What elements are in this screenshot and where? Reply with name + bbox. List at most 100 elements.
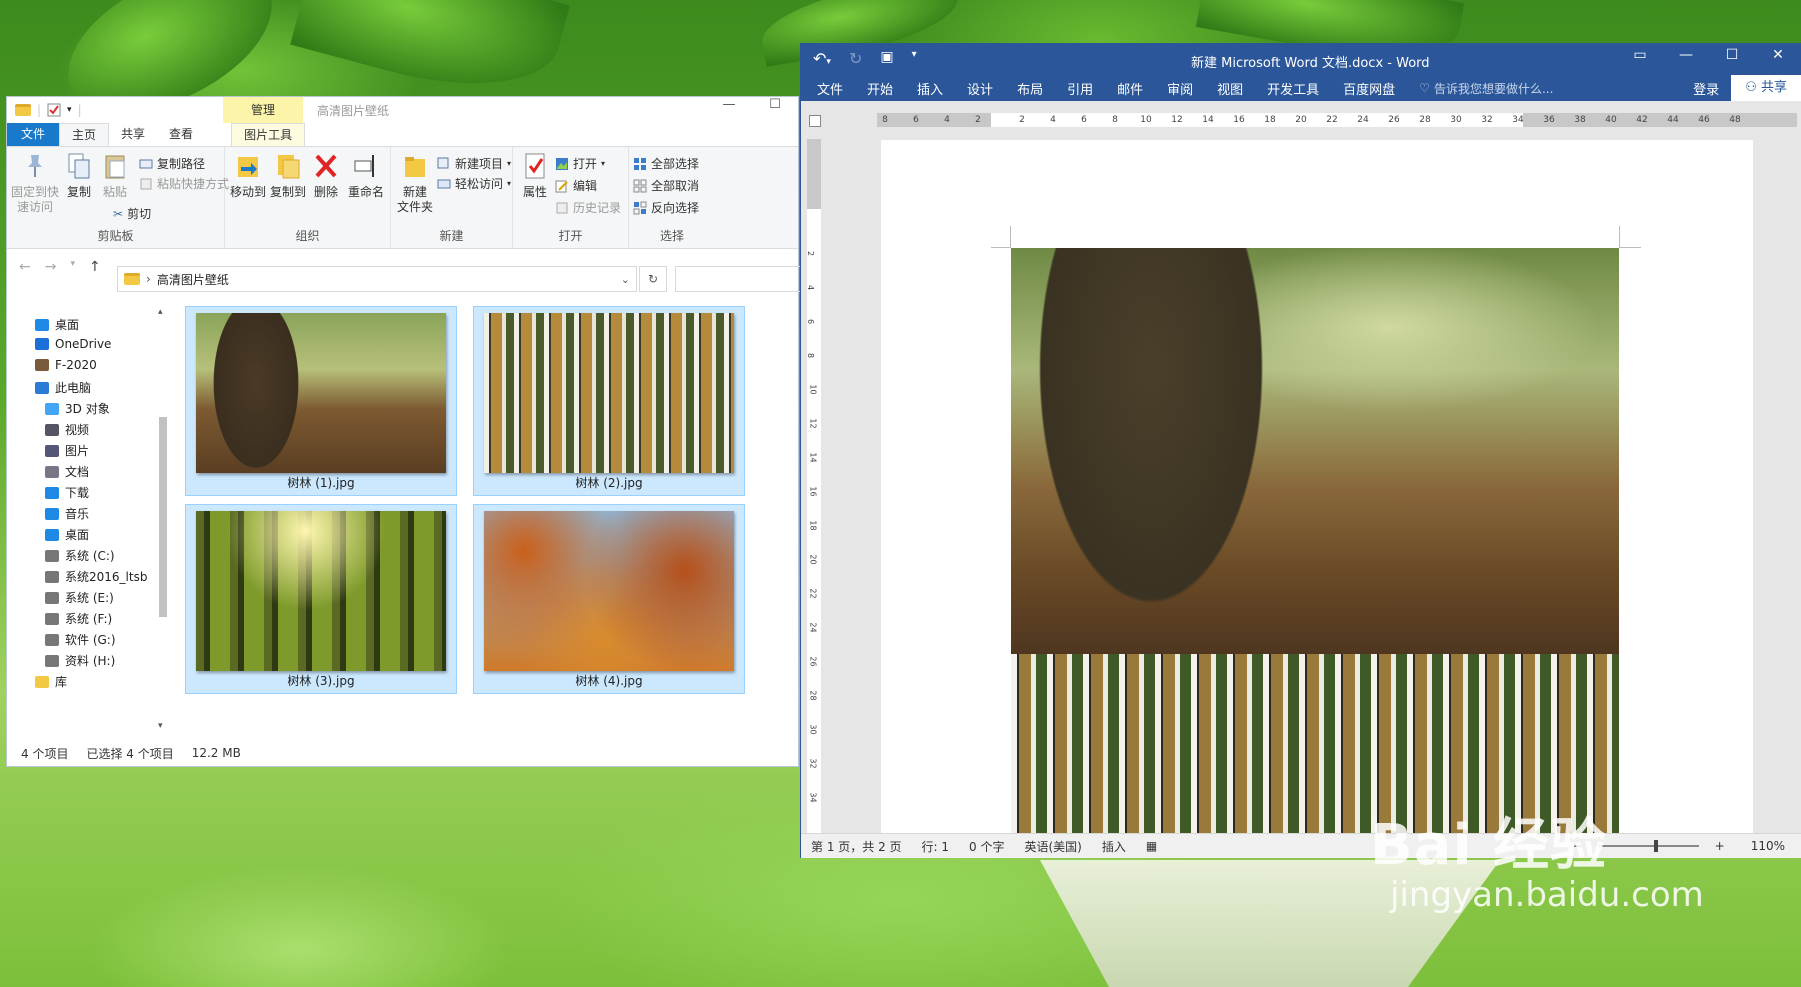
file-tile[interactable]: 树林 (3).jpg <box>185 504 457 694</box>
copy-button[interactable]: 复制 <box>61 151 97 200</box>
nav-item[interactable]: 文档 <box>45 463 89 480</box>
properties-button[interactable]: 属性 <box>517 151 553 200</box>
new-item-button[interactable]: 新建项目 ▾ <box>437 155 511 172</box>
address-dropdown-icon[interactable]: ⌄ <box>621 273 630 286</box>
copy-to-button[interactable]: 复制到 <box>269 151 307 200</box>
tab-review[interactable]: 审阅 <box>1155 79 1205 98</box>
tab-share[interactable]: 共享 <box>109 123 157 146</box>
tab-developer[interactable]: 开发工具 <box>1255 79 1331 98</box>
edit-button[interactable]: 编辑 <box>555 177 597 194</box>
horizontal-ruler[interactable]: 8 6 4 2 2 4 6 8 10 12 14 16 18 20 22 24 26 28 30 32 34 36 38 40… <box>877 113 1797 127</box>
word-count[interactable]: 0 个字 <box>969 838 1004 855</box>
rename-button[interactable]: 重命名 <box>345 151 387 200</box>
inserted-image-forest-1[interactable] <box>1011 248 1619 654</box>
breadcrumb-current[interactable]: 高清图片壁纸 <box>157 271 229 288</box>
tell-me-box[interactable]: ♡ 告诉我您想要做什么... <box>1419 80 1553 97</box>
tab-layout[interactable]: 布局 <box>1005 79 1055 98</box>
share-button[interactable]: ⚇ 共享 <box>1731 75 1801 101</box>
delete-button[interactable]: 删除 <box>309 151 343 200</box>
cut-button[interactable]: ✂ 剪切 <box>113 205 151 222</box>
document-page[interactable] <box>881 140 1753 844</box>
tab-insert[interactable]: 插入 <box>905 79 955 98</box>
nav-item[interactable]: 软件 (G:) <box>45 631 116 648</box>
nav-item[interactable]: 桌面 <box>35 316 79 333</box>
nav-item[interactable]: 图片 <box>45 442 89 459</box>
copy-path-button[interactable]: 复制路径 <box>139 155 205 172</box>
redo-icon[interactable]: ↻ <box>849 49 862 68</box>
tab-baidu-netdisk[interactable]: 百度网盘 <box>1331 79 1407 98</box>
zoom-level[interactable]: 110% <box>1751 839 1785 853</box>
tab-design[interactable]: 设计 <box>955 79 1005 98</box>
tab-home[interactable]: 开始 <box>855 79 905 98</box>
nav-item[interactable]: 系统 (C:) <box>45 547 115 564</box>
new-folder-button[interactable]: 新建 文件夹 <box>395 151 435 215</box>
nav-item[interactable]: 3D 对象 <box>45 400 110 417</box>
refresh-button[interactable]: ↻ <box>639 266 667 292</box>
scrollbar-thumb[interactable] <box>159 417 167 617</box>
nav-item[interactable]: 此电脑 <box>35 379 91 396</box>
nav-item[interactable]: 视频 <box>45 421 89 438</box>
back-arrow-icon[interactable]: ← <box>19 259 31 275</box>
search-input[interactable] <box>675 266 805 292</box>
nav-item[interactable]: 系统 (F:) <box>45 610 112 627</box>
ribbon-display-options-icon[interactable]: ▭ <box>1617 47 1663 63</box>
pin-quick-access-button[interactable]: 固定到快 速访问 <box>11 151 59 215</box>
nav-item[interactable]: OneDrive <box>35 337 111 351</box>
scroll-down-icon[interactable]: ▾ <box>158 721 163 731</box>
tab-view[interactable]: 查看 <box>157 123 205 146</box>
minimize-button[interactable]: — <box>706 97 752 112</box>
file-tile[interactable]: 树林 (4).jpg <box>473 504 745 694</box>
paste-button[interactable]: 粘贴 <box>97 151 133 200</box>
recent-dropdown-icon[interactable]: ▾ <box>70 259 75 275</box>
tab-view[interactable]: 视图 <box>1205 79 1255 98</box>
address-box[interactable]: › 高清图片壁纸 ⌄ <box>117 266 637 292</box>
maximize-button[interactable]: ☐ <box>1709 47 1755 63</box>
undo-icon[interactable]: ↶▾ <box>813 49 831 68</box>
nav-scrollbar[interactable]: ▴ ▾ <box>157 307 169 731</box>
easy-access-button[interactable]: 轻松访问 ▾ <box>437 175 511 192</box>
tab-references[interactable]: 引用 <box>1055 79 1105 98</box>
select-none-button[interactable]: 全部取消 <box>633 177 699 194</box>
nav-item[interactable]: 系统2016_ltsb <box>45 568 147 585</box>
file-tile[interactable]: 树林 (2).jpg <box>473 306 745 496</box>
vertical-ruler[interactable]: 2 4 6 8 10 12 14 16 18 20 22 24 26 28 30 32 34 <box>806 139 821 844</box>
tab-home[interactable]: 主页 <box>59 123 110 146</box>
close-button[interactable]: ✕ <box>1755 47 1801 63</box>
nav-item[interactable]: 资料 (H:) <box>45 652 115 669</box>
minimize-button[interactable]: — <box>1663 47 1709 63</box>
nav-item[interactable]: 音乐 <box>45 505 89 522</box>
maximize-button[interactable]: ☐ <box>752 97 798 112</box>
invert-selection-button[interactable]: 反向选择 <box>633 199 699 216</box>
paste-shortcut-button[interactable]: 粘贴快捷方式 <box>139 175 229 192</box>
nav-item[interactable]: 桌面 <box>45 526 89 543</box>
tab-file[interactable]: 文件 <box>801 79 855 98</box>
breadcrumb-chevron-icon[interactable]: › <box>146 272 151 286</box>
save-icon[interactable]: ▣ <box>880 49 893 68</box>
macro-recording-icon[interactable]: ▦ <box>1146 839 1157 853</box>
up-arrow-icon[interactable]: ↑ <box>89 259 101 275</box>
scroll-up-icon[interactable]: ▴ <box>158 307 163 317</box>
nav-item[interactable]: 系统 (E:) <box>45 589 114 606</box>
open-button[interactable]: 打开 ▾ <box>555 155 605 172</box>
insert-mode[interactable]: 插入 <box>1102 838 1126 855</box>
tab-selector[interactable] <box>809 115 821 127</box>
move-to-button[interactable]: 移动到 <box>229 151 267 200</box>
history-button[interactable]: 历史记录 <box>555 199 621 216</box>
select-all-button[interactable]: 全部选择 <box>633 155 699 172</box>
zoom-in-icon[interactable]: + <box>1715 839 1725 853</box>
tab-mailings[interactable]: 邮件 <box>1105 79 1155 98</box>
context-tab-manage[interactable]: 管理 <box>223 97 303 123</box>
nav-item[interactable]: 下载 <box>45 484 89 501</box>
file-tile[interactable]: 树林 (1).jpg <box>185 306 457 496</box>
page-indicator[interactable]: 第 1 页，共 2 页 <box>811 838 902 855</box>
customize-qat-icon[interactable]: ▾ <box>912 49 917 68</box>
forward-arrow-icon[interactable]: → <box>45 259 57 275</box>
qat-dropdown-icon[interactable]: ▾ <box>67 105 72 115</box>
nav-item[interactable]: F-2020 <box>35 358 97 372</box>
tab-file[interactable]: 文件 <box>7 123 60 146</box>
nav-item[interactable]: 库 <box>35 673 67 690</box>
tab-picture-tools[interactable]: 图片工具 <box>231 123 306 146</box>
line-indicator[interactable]: 行: 1 <box>922 838 950 855</box>
login-button[interactable]: 登录 <box>1681 79 1731 98</box>
language-indicator[interactable]: 英语(美国) <box>1024 838 1081 855</box>
